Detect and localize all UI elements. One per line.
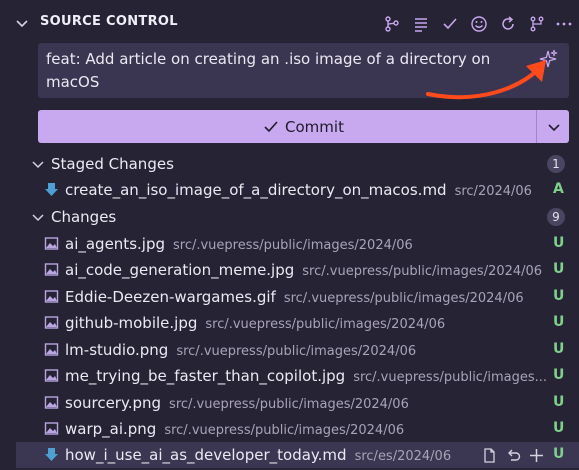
- file-path: src/.vuepress/public/images/2024/06: [164, 423, 405, 438]
- refresh-button[interactable]: [496, 12, 520, 36]
- image-icon: [44, 316, 59, 329]
- list-item[interactable]: lm-studio.png src/.vuepress/public/images…: [0, 337, 579, 363]
- smiley-icon: [471, 16, 487, 32]
- list-icon: [415, 18, 427, 32]
- more-icon: [556, 22, 572, 26]
- image-icon: [44, 237, 59, 250]
- file-name: ai_agents.jpg: [65, 235, 165, 253]
- file-path: src/.vuepress/public/images/2024/06: [176, 344, 417, 359]
- status-badge: U: [553, 314, 565, 330]
- commit-message-text: feat: Add article on creating an .iso im…: [46, 50, 491, 91]
- markdown-arrow-icon: [45, 183, 58, 196]
- file-path: src/es/2024/06: [354, 449, 452, 464]
- list-item[interactable]: create_an_iso_image_of_a_directory_on_ma…: [0, 177, 579, 203]
- list-item[interactable]: me_trying_be_faster_than_copilot.jpg src/…: [0, 363, 579, 389]
- open-file-icon: [483, 447, 495, 463]
- graph-button[interactable]: [380, 12, 404, 36]
- more-actions-button[interactable]: [552, 12, 576, 36]
- file-name: warp_ai.png: [65, 420, 157, 438]
- smiley-button[interactable]: [467, 12, 491, 36]
- staged-changes-header[interactable]: Staged Changes 1: [0, 151, 579, 177]
- commit-button-label: Commit: [285, 117, 344, 136]
- chevron-down-icon[interactable]: [545, 118, 563, 136]
- commit-button-divider: [536, 110, 537, 143]
- markdown-arrow-icon: [45, 448, 58, 461]
- changes-header[interactable]: Changes 9: [0, 204, 579, 230]
- file-path: src/.vuepress/public/images/2024/06: [283, 291, 524, 306]
- file-path: src/.vuepress/public/images...: [353, 370, 548, 385]
- list-item[interactable]: warp_ai.png src/.vuepress/public/images/2…: [0, 416, 579, 442]
- list-item[interactable]: sourcery.png src/.vuepress/public/images/…: [0, 390, 579, 416]
- discard-icon: [507, 449, 520, 461]
- commit-message-input[interactable]: feat: Add article on creating an .iso im…: [38, 43, 569, 98]
- file-name: ai_code_generation_meme.jpg: [65, 261, 295, 279]
- status-badge: U: [553, 420, 565, 436]
- list-item[interactable]: ai_code_generation_meme.jpg src/.vuepress…: [0, 257, 579, 283]
- discard-changes-button[interactable]: [502, 444, 524, 466]
- file-name: create_an_iso_image_of_a_directory_on_ma…: [65, 181, 447, 199]
- list-item[interactable]: github-mobile.jpg src/.vuepress/public/im…: [0, 310, 579, 336]
- image-icon: [44, 396, 59, 409]
- chevron-down-icon[interactable]: [30, 209, 46, 225]
- stage-plus-icon: [529, 448, 543, 462]
- check-icon: [443, 18, 457, 30]
- staged-count-badge: 1: [547, 155, 565, 173]
- status-badge: U: [553, 394, 565, 410]
- status-badge: U: [553, 341, 565, 357]
- status-badge: A: [553, 181, 564, 197]
- status-badge: U: [553, 367, 565, 383]
- sparkle-icon[interactable]: [537, 48, 559, 70]
- changes-label: Changes: [51, 208, 117, 226]
- status-badge: U: [553, 235, 565, 251]
- view-as-list-button[interactable]: [409, 12, 433, 36]
- branch-icon: [530, 16, 544, 32]
- graph-icon: [385, 16, 399, 32]
- refresh-icon: [502, 16, 514, 30]
- changes-count-badge: 9: [547, 208, 565, 226]
- file-path: src/.vuepress/public/images/2024/06: [302, 264, 543, 279]
- commit-check-button[interactable]: [438, 12, 462, 36]
- chevron-down-icon[interactable]: [14, 15, 30, 31]
- image-icon: [44, 422, 59, 435]
- file-name: github-mobile.jpg: [65, 314, 198, 332]
- file-path: src/.vuepress/public/images/2024/06: [205, 317, 446, 332]
- image-icon: [44, 290, 59, 303]
- image-icon: [44, 263, 59, 276]
- staged-changes-label: Staged Changes: [51, 155, 174, 173]
- file-path: src/.vuepress/public/images/2024/06: [172, 238, 413, 253]
- file-name: sourcery.png: [65, 394, 162, 412]
- open-file-button[interactable]: [478, 444, 500, 466]
- status-badge: U: [553, 261, 565, 277]
- source-control-header: SOURCE CONTROL: [0, 0, 579, 44]
- list-item[interactable]: Eddie-Deezen-wargames.gif src/.vuepress/p…: [0, 284, 579, 310]
- status-badge: U: [553, 446, 565, 462]
- stage-changes-button[interactable]: [525, 444, 547, 466]
- image-icon: [44, 343, 59, 356]
- list-item-selected[interactable]: how_i_use_ai_as_developer_today.md src/es…: [16, 442, 579, 468]
- check-icon: [264, 120, 278, 132]
- list-item[interactable]: ai_agents.jpg src/.vuepress/public/images…: [0, 231, 579, 257]
- file-path: src/2024/06: [454, 184, 532, 199]
- status-badge: U: [553, 288, 565, 304]
- file-name: Eddie-Deezen-wargames.gif: [65, 288, 276, 306]
- file-name: me_trying_be_faster_than_copilot.jpg: [65, 367, 346, 385]
- panel-title: SOURCE CONTROL: [40, 14, 178, 29]
- file-path: src/.vuepress/public/images/2024/06: [169, 397, 409, 412]
- commit-button[interactable]: Commit: [38, 110, 569, 143]
- image-icon: [44, 369, 59, 382]
- file-name: how_i_use_ai_as_developer_today.md: [65, 446, 347, 464]
- file-name: lm-studio.png: [65, 341, 169, 359]
- branch-button[interactable]: [525, 12, 549, 36]
- chevron-down-icon[interactable]: [30, 156, 46, 172]
